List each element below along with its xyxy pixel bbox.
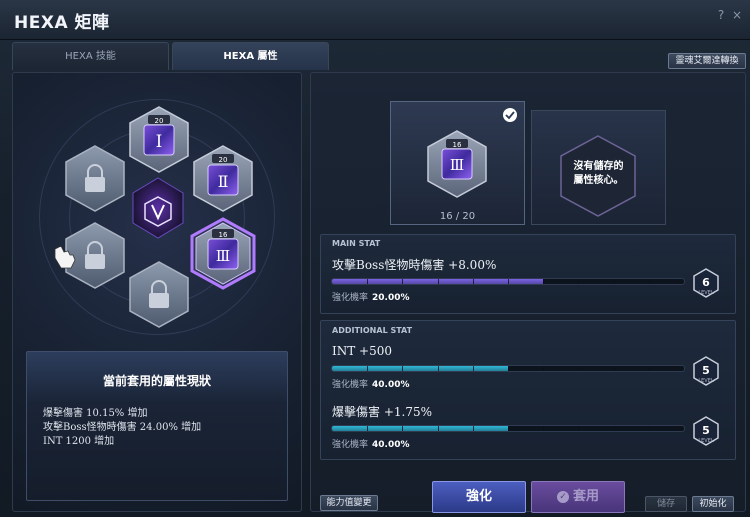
progress-segment-divider [402, 426, 404, 431]
slot-top-right-numeral: Ⅱ [218, 172, 229, 191]
main-stat-name: 攻擊Boss怪物時傷害 +8.00% [332, 258, 497, 272]
hex-slot-top-left[interactable] [65, 145, 125, 212]
close-button[interactable]: × [730, 8, 744, 22]
progress-segment-divider [613, 279, 615, 284]
progress-segment-divider [648, 426, 650, 431]
progress-segment-divider [613, 366, 615, 371]
apply-label: 套用 [572, 489, 599, 504]
save-button[interactable]: 儲存 [645, 496, 687, 512]
hex-grid: Ⅰ 20 Ⅱ 20 Ⅲ 16 [54, 106, 256, 328]
additional-stat-1-level-badge: 5 LEVEL [693, 356, 719, 386]
additional-stat-2-progress [331, 425, 685, 432]
hex-slot-bottom-right[interactable]: Ⅲ 16 [190, 217, 256, 290]
tab-hexa-stat[interactable]: HEXA 屬性 [172, 42, 329, 70]
progress-segment-divider [367, 426, 369, 431]
status-line-crit-damage: 爆擊傷害 10.15% 增加 [43, 408, 148, 419]
progress-segment-divider [508, 366, 509, 371]
main-stat-rate: 強化機率 20.00% [332, 290, 410, 303]
reset-button[interactable]: 初始化 [692, 496, 734, 512]
hex-slot-bottom-left[interactable] [65, 222, 125, 289]
progress-segment-divider [367, 279, 369, 284]
title-bar[interactable]: HEXA 矩陣 ? × [0, 0, 750, 40]
core-numeral: Ⅲ [450, 156, 464, 174]
progress-segment-divider [508, 426, 509, 431]
additional-stat-1-rate: 強化機率 40.00% [332, 377, 410, 390]
progress-segment-divider [472, 426, 474, 431]
progress-segment-divider [648, 279, 650, 284]
main-stat-level-number: 6 [702, 276, 710, 289]
hex-slot-top[interactable]: Ⅰ 20 [129, 106, 189, 173]
v-matrix-emblem-icon [132, 177, 184, 239]
hex-slot-bottom[interactable] [129, 261, 189, 328]
apply-button[interactable]: ✓ 套用 [531, 481, 625, 513]
empty-core-text-line2: 屬性核心。 [573, 175, 624, 186]
slot-bottom-right-level-badge: 16 [219, 231, 228, 239]
progress-segment-divider [437, 279, 439, 284]
progress-segment-divider [543, 366, 545, 371]
core-level-badge: 16 [453, 141, 462, 149]
additional-stat-2-level-word: LEVEL [698, 438, 714, 444]
slot-bottom-right-numeral: Ⅲ [216, 247, 230, 265]
hexa-matrix-window: HEXA 矩陣 ? × HEXA 技能 HEXA 屬性 靈魂艾爾達轉換 Ⅰ 20… [0, 0, 750, 517]
window-title: HEXA 矩陣 [14, 13, 110, 33]
additional-stat-1-rate-label: 強化機率 [332, 380, 369, 390]
sol-erda-convert-button[interactable]: 靈魂艾爾達轉換 [668, 53, 746, 69]
additional-stat-1-name: INT +500 [332, 344, 393, 358]
help-button[interactable]: ? [714, 8, 728, 22]
additional-stat-1-progress-fill [332, 366, 508, 371]
current-core-icon: Ⅲ 16 [427, 108, 517, 198]
progress-segment-divider [543, 426, 545, 431]
status-line-int: INT 1200 增加 [43, 436, 115, 447]
progress-segment-divider [543, 279, 545, 284]
apply-check-icon: ✓ [556, 490, 569, 503]
progress-segment-divider [613, 426, 615, 431]
main-stat-rate-label: 強化機率 [332, 293, 369, 303]
slot-top-numeral: Ⅰ [156, 132, 163, 152]
main-stat-progress [331, 278, 685, 285]
progress-segment-divider [472, 279, 474, 284]
progress-segment-divider [578, 366, 580, 371]
additional-stat-2-progress-fill [332, 426, 508, 431]
progress-segment-divider [578, 426, 580, 431]
current-status-box: 當前套用的屬性現狀 爆擊傷害 10.15% 增加 攻擊Boss怪物時傷害 24.… [26, 351, 288, 501]
slot-top-level-badge: 20 [155, 117, 164, 125]
progress-segment-divider [437, 366, 439, 371]
status-line-boss-damage: 攻擊Boss怪物時傷害 24.00% 增加 [43, 422, 202, 433]
additional-stat-header: ADDITIONAL STAT [332, 326, 413, 335]
additional-stat-1-level-number: 5 [702, 364, 710, 377]
progress-segment-divider [402, 366, 404, 371]
additional-stat-2-level-badge: 5 LEVEL [693, 416, 719, 446]
current-status-title: 當前套用的屬性現狀 [102, 374, 211, 388]
slot-top-right-level-badge: 20 [219, 156, 228, 164]
enhance-button[interactable]: 強化 [432, 481, 526, 513]
additional-stat-1-rate-value: 40.00% [372, 380, 410, 390]
progress-segment-divider [402, 279, 404, 284]
progress-segment-divider [578, 279, 580, 284]
additional-stat-2-rate: 強化機率 40.00% [332, 437, 410, 450]
main-stat-rate-value: 20.00% [372, 293, 410, 303]
additional-stat-1-level-word: LEVEL [698, 378, 714, 384]
additional-stat-2-name: 爆擊傷害 +1.75% [332, 405, 432, 419]
hex-grid-panel: Ⅰ 20 Ⅱ 20 Ⅲ 16 當前套用的屬性現狀 爆擊傷害 10.15% 增加 … [12, 72, 302, 512]
change-stat-button[interactable]: 能力值變更 [320, 495, 378, 511]
tab-hexa-skill[interactable]: HEXA 技能 [12, 42, 169, 70]
progress-segment-divider [472, 366, 474, 371]
empty-core-text-line1: 沒有儲存的 [573, 161, 624, 172]
progress-segment-divider [648, 366, 650, 371]
hex-slot-top-right[interactable]: Ⅱ 20 [193, 145, 253, 212]
main-stat-header: MAIN STAT [332, 239, 381, 248]
progress-segment-divider [367, 366, 369, 371]
core-count: 16 / 20 [439, 211, 476, 222]
additional-stat-2-rate-value: 40.00% [372, 440, 410, 450]
progress-segment-divider [437, 426, 439, 431]
progress-segment-divider [508, 279, 509, 284]
check-icon [503, 108, 517, 122]
additional-stat-2-rate-label: 強化機率 [332, 440, 369, 450]
additional-stat-2-level-number: 5 [702, 424, 710, 437]
empty-core-text: 沒有儲存的 屬性核心。 [531, 160, 666, 188]
main-stat-level-word: LEVEL [698, 290, 714, 296]
additional-stat-1-progress [331, 365, 685, 372]
main-stat-level-badge: 6 LEVEL [693, 268, 719, 298]
